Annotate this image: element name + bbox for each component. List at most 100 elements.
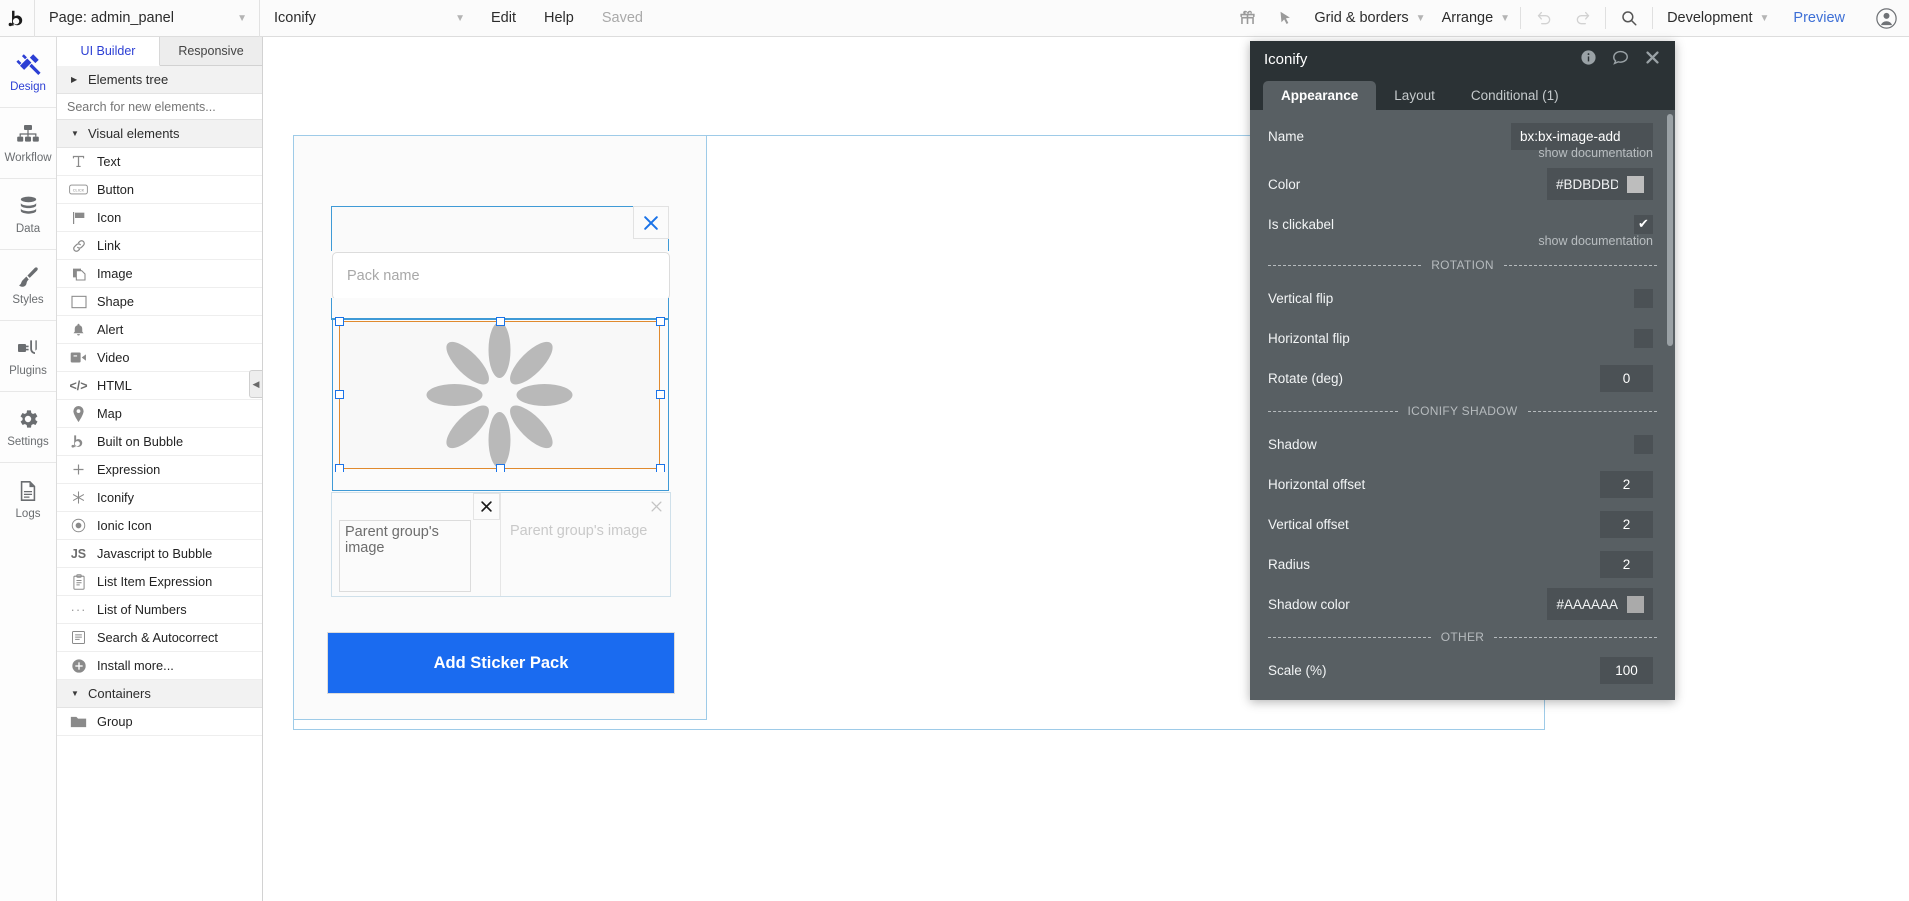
field-scale[interactable]: Scale (%) 100 <box>1250 650 1675 690</box>
scale-input[interactable]: 100 <box>1600 656 1653 684</box>
element-item-link[interactable]: Link <box>57 232 262 260</box>
horizontal-flip-checkbox[interactable] <box>1634 328 1653 348</box>
search-icon[interactable] <box>1610 0 1648 37</box>
field-shadow-color[interactable]: Shadow color #AAAAAA <box>1250 584 1675 624</box>
field-horizontal-flip[interactable]: Horizontal flip <box>1250 318 1675 358</box>
undo-icon[interactable] <box>1525 0 1563 37</box>
element-item-html[interactable]: </> HTML <box>57 372 262 400</box>
element-item-alert[interactable]: Alert <box>57 316 262 344</box>
element-item-image[interactable]: Image <box>57 260 262 288</box>
gift-icon[interactable] <box>1228 0 1266 37</box>
shadow-color-swatch[interactable] <box>1627 595 1644 613</box>
properties-panel[interactable]: Iconify Appearance Layout Conditional (1… <box>1250 41 1675 700</box>
shadow-color-input[interactable]: #AAAAAA <box>1547 588 1653 620</box>
rail-item-design[interactable]: Design <box>0 37 56 108</box>
grid-borders-menu[interactable]: Grid & borders ▼ <box>1304 0 1431 37</box>
radius-input[interactable]: 2 <box>1600 550 1653 578</box>
close-icon[interactable] <box>633 206 669 239</box>
vertical-offset-input[interactable]: 2 <box>1600 510 1653 538</box>
add-sticker-pack-button[interactable]: Add Sticker Pack <box>327 632 675 694</box>
element-item-shape[interactable]: Shape <box>57 288 262 316</box>
shadow-checkbox[interactable] <box>1634 434 1653 454</box>
element-item-iconify[interactable]: Iconify <box>57 484 262 512</box>
is-clickable-doc-link[interactable]: show documentation <box>1250 234 1675 252</box>
environment-menu[interactable]: Development ▼ <box>1657 0 1775 37</box>
help-menu[interactable]: Help <box>530 0 588 37</box>
element-item-group[interactable]: Group <box>57 708 262 736</box>
close-icon[interactable] <box>1644 49 1661 70</box>
is-clickable-checkbox[interactable]: ✔ <box>1634 214 1653 234</box>
cursor-arrow-icon[interactable] <box>1266 0 1304 37</box>
resize-handle-w[interactable] <box>335 390 344 399</box>
field-rotate-deg[interactable]: Rotate (deg) 0 <box>1250 358 1675 398</box>
edit-menu[interactable]: Edit <box>477 0 530 37</box>
close-icon[interactable] <box>643 493 670 520</box>
resize-handle-nw[interactable] <box>335 317 344 326</box>
redo-icon[interactable] <box>1563 0 1601 37</box>
resize-handle-n[interactable] <box>496 317 505 326</box>
image-cell[interactable]: Parent group's image <box>501 493 670 596</box>
element-item-ionic-icon[interactable]: Ionic Icon <box>57 512 262 540</box>
sticker-popup[interactable]: Pack name Parent group's image Parent gr… <box>293 135 707 720</box>
section-containers[interactable]: ▼ Containers <box>57 680 262 708</box>
element-search-row[interactable] <box>57 94 262 120</box>
rotate-input[interactable]: 0 <box>1600 364 1653 392</box>
name-doc-link[interactable]: show documentation <box>1250 146 1675 164</box>
element-item-list-of-numbers[interactable]: ··· List of Numbers <box>57 596 262 624</box>
element-item-install-more[interactable]: Install more... <box>57 652 262 680</box>
resize-handle-ne[interactable] <box>656 317 665 326</box>
arrange-menu[interactable]: Arrange ▼ <box>1432 0 1517 37</box>
vertical-flip-checkbox[interactable] <box>1634 288 1653 308</box>
color-input[interactable]: #BDBDBD <box>1547 168 1653 200</box>
user-avatar-icon[interactable] <box>1863 0 1909 37</box>
element-item-list-item-expression[interactable]: List Item Expression <box>57 568 262 596</box>
tab-layout[interactable]: Layout <box>1376 81 1453 110</box>
rail-item-data[interactable]: Data <box>0 179 56 250</box>
field-shadow[interactable]: Shadow <box>1250 424 1675 464</box>
element-item-expression[interactable]: Expression <box>57 456 262 484</box>
tab-responsive[interactable]: Responsive <box>160 37 262 65</box>
color-swatch[interactable] <box>1627 175 1644 193</box>
rail-item-logs[interactable]: Logs <box>0 463 56 534</box>
field-color[interactable]: Color #BDBDBD <box>1250 164 1675 204</box>
info-icon[interactable] <box>1580 49 1597 70</box>
tab-ui-builder[interactable]: UI Builder <box>57 37 160 66</box>
close-icon[interactable] <box>473 493 500 520</box>
resize-handle-e[interactable] <box>656 390 665 399</box>
popup-header-group[interactable] <box>331 206 669 251</box>
rail-item-settings[interactable]: Settings <box>0 392 56 463</box>
properties-scrollbar[interactable] <box>1667 114 1673 346</box>
field-horizontal-offset[interactable]: Horizontal offset 2 <box>1250 464 1675 504</box>
element-item-javascript-to-bubble[interactable]: JS Javascript to Bubble <box>57 540 262 568</box>
element-item-button[interactable]: CLICK Button <box>57 176 262 204</box>
rail-item-styles[interactable]: Styles <box>0 250 56 321</box>
element-item-icon[interactable]: Icon <box>57 204 262 232</box>
page-selector[interactable]: Page: admin_panel ▼ <box>34 0 259 37</box>
field-radius[interactable]: Radius 2 <box>1250 544 1675 584</box>
element-label: Image <box>97 266 133 281</box>
image-placeholder-label: Parent group's image <box>339 520 471 592</box>
element-item-built-on-bubble[interactable]: Built on Bubble <box>57 428 262 456</box>
search-input[interactable] <box>67 99 262 114</box>
comment-icon[interactable] <box>1611 48 1630 71</box>
bubble-logo-icon[interactable] <box>0 0 34 37</box>
element-item-text[interactable]: Text <box>57 148 262 176</box>
elements-tree-header[interactable]: ▶ Elements tree <box>57 66 262 94</box>
tab-appearance[interactable]: Appearance <box>1263 81 1377 110</box>
rail-item-workflow[interactable]: Workflow <box>0 108 56 179</box>
rail-item-plugins[interactable]: Plugins <box>0 321 56 392</box>
panel-collapse-handle[interactable]: ◀ <box>249 370 262 398</box>
element-item-search-autocorrect[interactable]: Search & Autocorrect <box>57 624 262 652</box>
field-label: Shadow <box>1268 436 1317 452</box>
preview-button[interactable]: Preview <box>1775 0 1863 37</box>
pack-name-input[interactable]: Pack name <box>332 252 670 300</box>
element-selector[interactable]: Iconify ▼ <box>259 0 477 37</box>
field-vertical-offset[interactable]: Vertical offset 2 <box>1250 504 1675 544</box>
image-cell[interactable]: Parent group's image <box>332 493 501 596</box>
field-vertical-flip[interactable]: Vertical flip <box>1250 278 1675 318</box>
horizontal-offset-input[interactable]: 2 <box>1600 470 1653 498</box>
section-visual-elements[interactable]: ▼ Visual elements <box>57 120 262 148</box>
element-item-map[interactable]: Map <box>57 400 262 428</box>
tab-conditional[interactable]: Conditional (1) <box>1453 81 1577 110</box>
element-item-video[interactable]: Video <box>57 344 262 372</box>
